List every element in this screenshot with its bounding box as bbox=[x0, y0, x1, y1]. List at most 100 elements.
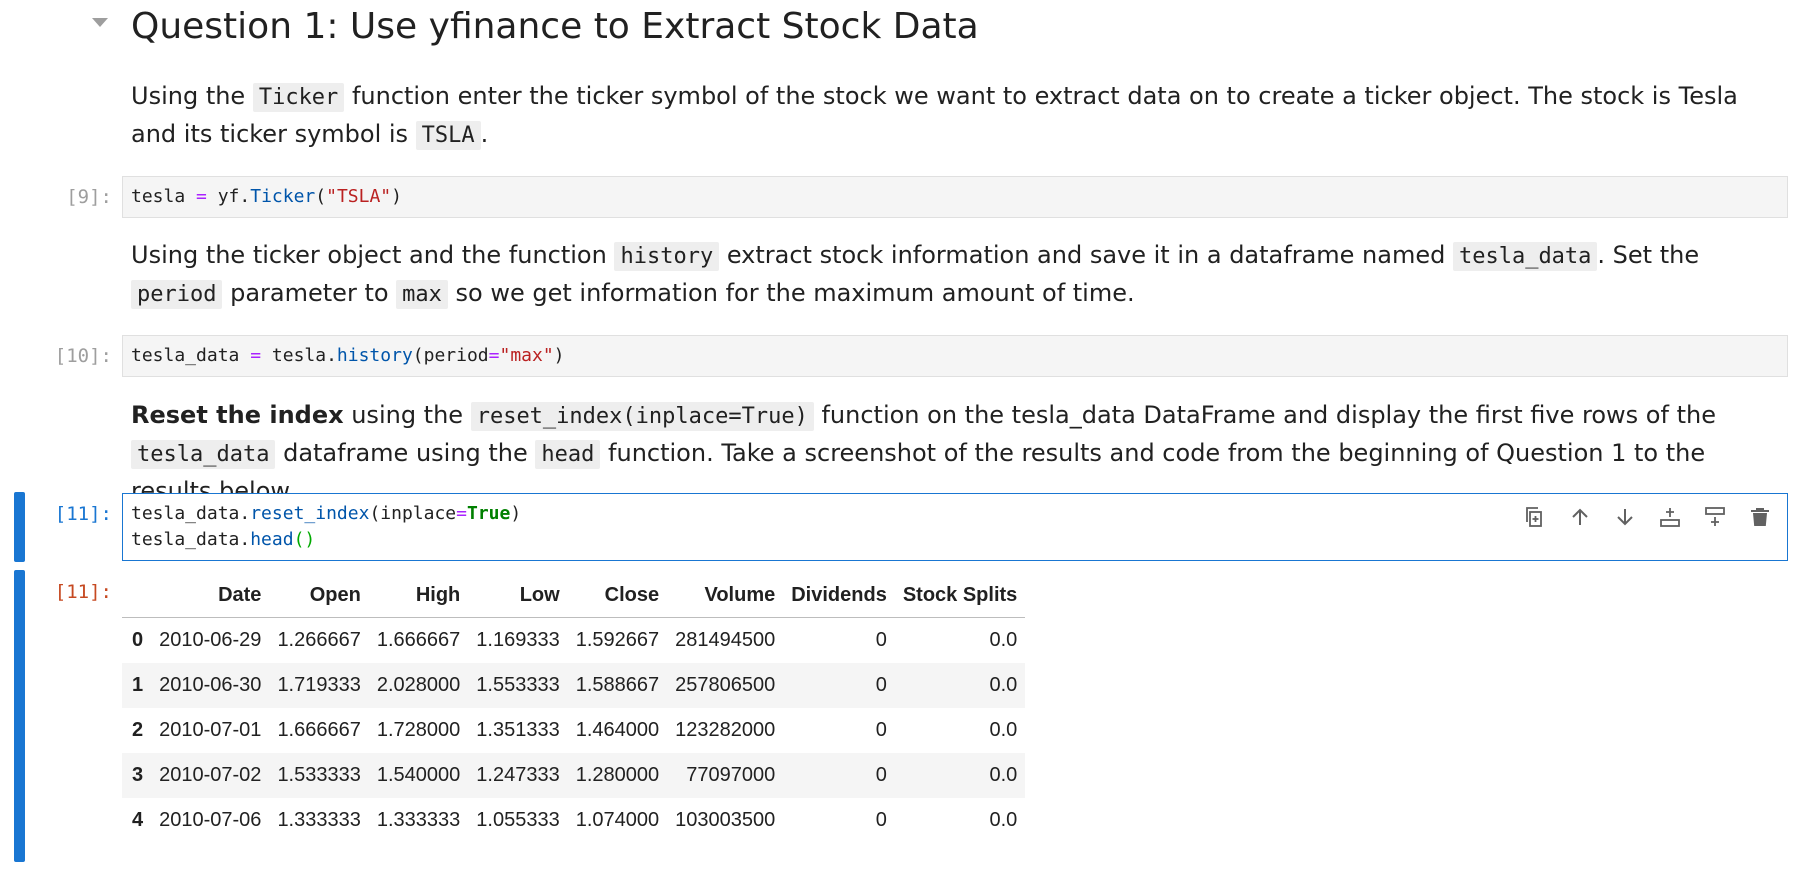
output-collapse-bar[interactable] bbox=[14, 570, 25, 862]
delete-icon[interactable] bbox=[1745, 503, 1774, 532]
table-cell: 1.055333 bbox=[476, 809, 560, 831]
inline-code: reset_index(inplace=True) bbox=[470, 402, 814, 431]
duplicate-icon[interactable] bbox=[1520, 503, 1549, 532]
table-cell: 1.666667 bbox=[376, 629, 461, 651]
markdown-cell-2: Using the ticker object and the function… bbox=[131, 237, 1771, 313]
table-cell: 0 bbox=[783, 663, 895, 708]
move-up-icon[interactable] bbox=[1565, 503, 1594, 532]
table-cell: 1.169333 bbox=[476, 629, 560, 651]
table-cell: 1.280000 bbox=[567, 753, 668, 798]
table-cell: 2.028000 bbox=[368, 663, 469, 708]
table-cell: 1.540000 bbox=[368, 753, 469, 798]
table-cell: 2010-07-02 bbox=[151, 753, 270, 798]
md-text: Using the bbox=[131, 82, 253, 110]
table-header-row: Date Open High Low Close Volume Dividend… bbox=[122, 573, 1026, 618]
table-row: 2 2010-07-01 1.666667 1.728000 1.351333 … bbox=[122, 708, 1025, 753]
table-cell: 1.266667 bbox=[277, 629, 361, 651]
row-index: 1 bbox=[122, 663, 152, 708]
column-header: Date bbox=[151, 573, 270, 618]
cell-toolbar bbox=[1520, 500, 1774, 534]
md-text: Using the ticker object and the function bbox=[131, 241, 615, 269]
table-cell: 1.719333 bbox=[269, 663, 369, 708]
column-header: Dividends bbox=[783, 573, 895, 618]
markdown-cell-1: Using the Ticker function enter the tick… bbox=[131, 78, 1771, 154]
table-cell: 0 bbox=[875, 809, 887, 831]
move-down-icon[interactable] bbox=[1610, 503, 1639, 532]
table-cell: 1.247333 bbox=[468, 753, 568, 798]
table-cell: 1.351333 bbox=[476, 719, 560, 741]
table-cell: 1.333333 bbox=[376, 809, 461, 831]
table-cell: 2010-07-01 bbox=[159, 719, 262, 741]
inline-code: TSLA bbox=[415, 121, 481, 150]
table-cell: 2010-06-29 bbox=[159, 629, 262, 651]
table-cell: 1.464000 bbox=[575, 719, 660, 741]
md-text: parameter to bbox=[222, 279, 397, 307]
row-index: 4 bbox=[132, 809, 144, 831]
table-cell: 103003500 bbox=[675, 809, 776, 831]
input-prompt-11: [11]: bbox=[54, 503, 112, 525]
inline-code: Ticker bbox=[252, 83, 345, 112]
md-text: function on the tesla_data DataFrame and… bbox=[813, 401, 1716, 429]
table-cell: 2010-07-06 bbox=[159, 809, 262, 831]
md-text: extract stock information and save it in… bbox=[719, 241, 1453, 269]
input-prompt-10: [10]: bbox=[54, 345, 112, 367]
table-cell: 1.533333 bbox=[269, 753, 369, 798]
column-header: Open bbox=[269, 573, 369, 618]
table-cell: 2010-06-30 bbox=[151, 663, 270, 708]
table-cell: 1.553333 bbox=[468, 663, 568, 708]
table-row: 1 2010-06-30 1.719333 2.028000 1.553333 … bbox=[122, 663, 1026, 708]
table-cell: 1.333333 bbox=[277, 809, 361, 831]
table-cell: 0 bbox=[875, 719, 887, 741]
table-row: 0 2010-06-29 1.266667 1.666667 1.169333 … bbox=[122, 618, 1025, 664]
column-header bbox=[122, 573, 152, 618]
table-cell: 1.592667 bbox=[575, 629, 660, 651]
table-row: 3 2010-07-02 1.533333 1.540000 1.247333 … bbox=[122, 753, 1026, 798]
section-heading: Question 1: Use yfinance to Extract Stoc… bbox=[131, 6, 979, 47]
insert-below-icon[interactable] bbox=[1700, 503, 1729, 532]
inline-code: max bbox=[396, 280, 448, 309]
inline-code: period bbox=[131, 280, 223, 309]
table-cell: 77097000 bbox=[667, 753, 784, 798]
table-cell: 0 bbox=[783, 753, 895, 798]
table-cell: 0 bbox=[875, 629, 887, 651]
table-cell: 1.588667 bbox=[567, 663, 668, 708]
input-prompt-9: [9]: bbox=[66, 186, 112, 208]
collapse-heading-icon[interactable] bbox=[92, 18, 108, 27]
table-cell: 0.0 bbox=[989, 809, 1018, 831]
md-text: so we get information for the maximum am… bbox=[447, 279, 1135, 307]
table-row: 4 2010-07-06 1.333333 1.333333 1.055333 … bbox=[122, 798, 1025, 843]
md-text: using the bbox=[343, 401, 471, 429]
inline-code: head bbox=[535, 440, 601, 469]
row-index: 0 bbox=[132, 629, 144, 651]
inline-code: tesla_data bbox=[1452, 242, 1598, 271]
inline-code: history bbox=[614, 242, 720, 271]
table-cell: 0.0 bbox=[989, 629, 1018, 651]
table-cell: 0.0 bbox=[894, 663, 1026, 708]
column-header: Low bbox=[468, 573, 568, 618]
dataframe-output: Date Open High Low Close Volume Dividend… bbox=[122, 573, 1026, 843]
output-prompt-11: [11]: bbox=[54, 581, 112, 603]
md-text: dataframe using the bbox=[275, 439, 536, 467]
code-cell-9[interactable]: tesla = yf.Ticker("TSLA") bbox=[122, 176, 1788, 218]
table-cell: 123282000 bbox=[675, 719, 776, 741]
table-cell: 1.728000 bbox=[376, 719, 461, 741]
md-bold-text: Reset the index bbox=[131, 401, 344, 429]
inline-code: tesla_data bbox=[131, 440, 276, 469]
column-header: High bbox=[368, 573, 469, 618]
table-cell: 0.0 bbox=[989, 719, 1018, 741]
md-text: function enter the ticker symbol of the … bbox=[131, 82, 1738, 148]
table-cell: 0.0 bbox=[894, 753, 1026, 798]
table-cell: 1.666667 bbox=[277, 719, 361, 741]
row-index: 3 bbox=[122, 753, 152, 798]
table-cell: 281494500 bbox=[675, 629, 776, 651]
table-cell: 1.074000 bbox=[575, 809, 660, 831]
table-cell: 257806500 bbox=[667, 663, 784, 708]
column-header: Close bbox=[567, 573, 668, 618]
insert-above-icon[interactable] bbox=[1655, 503, 1684, 532]
md-text: . Set the bbox=[1597, 241, 1700, 269]
md-text: . bbox=[480, 120, 489, 148]
code-cell-10[interactable]: tesla_data = tesla.history(period="max") bbox=[122, 335, 1788, 377]
column-header: Stock Splits bbox=[894, 573, 1026, 618]
column-header: Volume bbox=[667, 573, 784, 618]
row-index: 2 bbox=[132, 719, 144, 741]
